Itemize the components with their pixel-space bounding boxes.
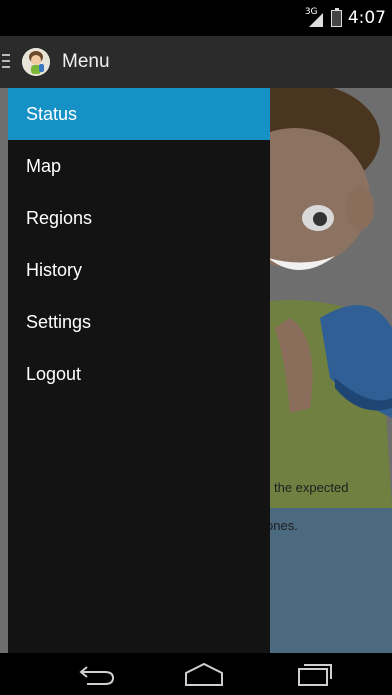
drawer-indicator-icon[interactable]: [2, 54, 10, 68]
status-time: 4:07: [347, 8, 386, 28]
boy-avatar-icon[interactable]: [22, 48, 50, 76]
system-nav-bar: [0, 653, 392, 695]
action-bar-title[interactable]: Menu: [62, 51, 110, 73]
status-icons: 3G 4:07: [304, 7, 386, 28]
battery-icon: [330, 7, 342, 27]
back-icon[interactable]: [77, 661, 117, 687]
network-type-label: 3G: [304, 7, 318, 17]
drawer-item-status[interactable]: Status: [8, 88, 270, 140]
status-bar: 3G 4:07: [0, 0, 392, 36]
drawer-item-map[interactable]: Map: [8, 140, 270, 192]
content-text-line-2: ones.: [266, 518, 298, 533]
navigation-drawer: Status Map Regions History Settings Logo…: [8, 88, 270, 653]
drawer-item-settings[interactable]: Settings: [8, 296, 270, 348]
drawer-item-regions[interactable]: Regions: [8, 192, 270, 244]
drawer-item-history[interactable]: History: [8, 244, 270, 296]
drawer-item-logout[interactable]: Logout: [8, 348, 270, 400]
action-bar: Menu: [0, 36, 392, 88]
recents-icon[interactable]: [295, 661, 335, 687]
home-icon[interactable]: [184, 661, 224, 687]
signal-icon: 3G: [304, 7, 325, 27]
content-text-line-1: the expected: [274, 480, 349, 495]
